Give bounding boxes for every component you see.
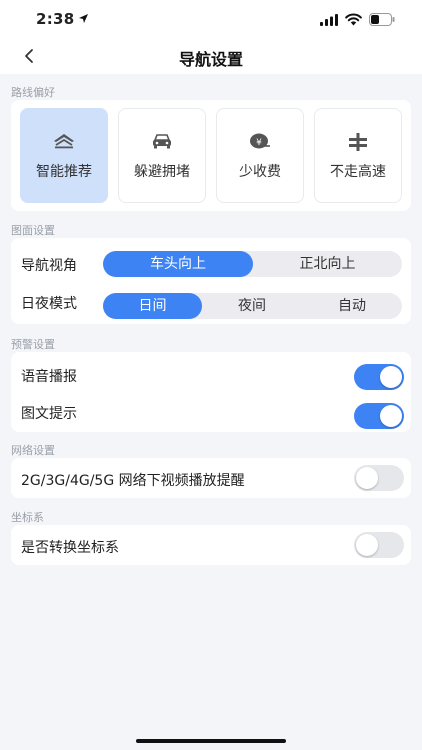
- day-night-option-day[interactable]: 日间: [103, 293, 202, 319]
- toggle-knob: [380, 366, 402, 388]
- voice-broadcast-toggle[interactable]: [354, 364, 404, 390]
- route-preference-card: 智能推荐 躲避拥堵 ¥ 少收费 不走高速: [11, 100, 411, 211]
- route-option-label: 躲避拥堵: [134, 164, 190, 180]
- day-night-option-night[interactable]: 夜间: [202, 293, 302, 319]
- day-night-segmented-control: 日间 夜间 自动: [103, 293, 402, 319]
- cellular-signal-icon: [320, 14, 338, 26]
- wifi-icon: [345, 13, 362, 26]
- page-title: 导航设置: [178, 50, 243, 69]
- section-network-settings: 网络设置: [11, 444, 55, 457]
- section-display-settings: 图面设置: [11, 224, 55, 237]
- status-bar: 2:38: [0, 0, 422, 40]
- alert-settings-card: 语音播报 图文提示: [11, 352, 411, 432]
- section-coordinate-system: 坐标系: [11, 511, 44, 524]
- day-night-option-auto[interactable]: 自动: [302, 293, 402, 319]
- video-playback-alert-toggle[interactable]: [354, 465, 404, 491]
- route-option-avoid-congestion[interactable]: 躲避拥堵: [118, 108, 206, 203]
- graphic-tips-label: 图文提示: [21, 406, 77, 422]
- toggle-knob: [380, 405, 402, 427]
- convert-coordinates-toggle[interactable]: [354, 532, 404, 558]
- toggle-knob: [356, 534, 378, 556]
- smart-route-icon: [54, 134, 74, 149]
- section-route-preference: 路线偏好: [11, 86, 55, 99]
- orientation-option-north-up[interactable]: 正北向上: [253, 251, 402, 277]
- voice-broadcast-label: 语音播报: [21, 369, 77, 385]
- orientation-segmented-control: 车头向上 正北向上: [103, 251, 402, 277]
- display-settings-card: 导航视角 车头向上 正北向上 日夜模式 日间 夜间 自动: [11, 238, 411, 324]
- convert-coordinates-label: 是否转换坐标系: [21, 540, 119, 556]
- svg-text:¥: ¥: [256, 138, 262, 148]
- toggle-knob: [356, 467, 378, 489]
- location-arrow-icon: [79, 14, 88, 23]
- route-option-label: 智能推荐: [36, 164, 92, 180]
- status-time: 2:38: [36, 10, 75, 28]
- video-playback-alert-label: 2G/3G/4G/5G 网络下视频播放提醒: [21, 473, 245, 489]
- car-icon: [153, 134, 171, 149]
- toll-coin-icon: ¥: [250, 133, 270, 149]
- orientation-option-car-up[interactable]: 车头向上: [103, 251, 253, 277]
- route-option-smart[interactable]: 智能推荐: [20, 108, 108, 203]
- day-night-label: 日夜模式: [21, 296, 77, 312]
- route-option-no-highway[interactable]: 不走高速: [314, 108, 402, 203]
- home-indicator: [136, 739, 286, 743]
- route-option-label: 少收费: [239, 164, 281, 180]
- coordinate-system-card: 是否转换坐标系: [11, 525, 411, 565]
- navigation-bar: 导航设置: [0, 40, 422, 74]
- network-settings-card: 2G/3G/4G/5G 网络下视频播放提醒: [11, 458, 411, 498]
- battery-icon: [369, 13, 395, 26]
- orientation-label: 导航视角: [21, 258, 77, 274]
- route-option-label: 不走高速: [330, 164, 386, 180]
- highway-icon: [349, 133, 367, 151]
- graphic-tips-toggle[interactable]: [354, 403, 404, 429]
- section-alert-settings: 预警设置: [11, 338, 55, 351]
- route-option-less-toll[interactable]: ¥ 少收费: [216, 108, 304, 203]
